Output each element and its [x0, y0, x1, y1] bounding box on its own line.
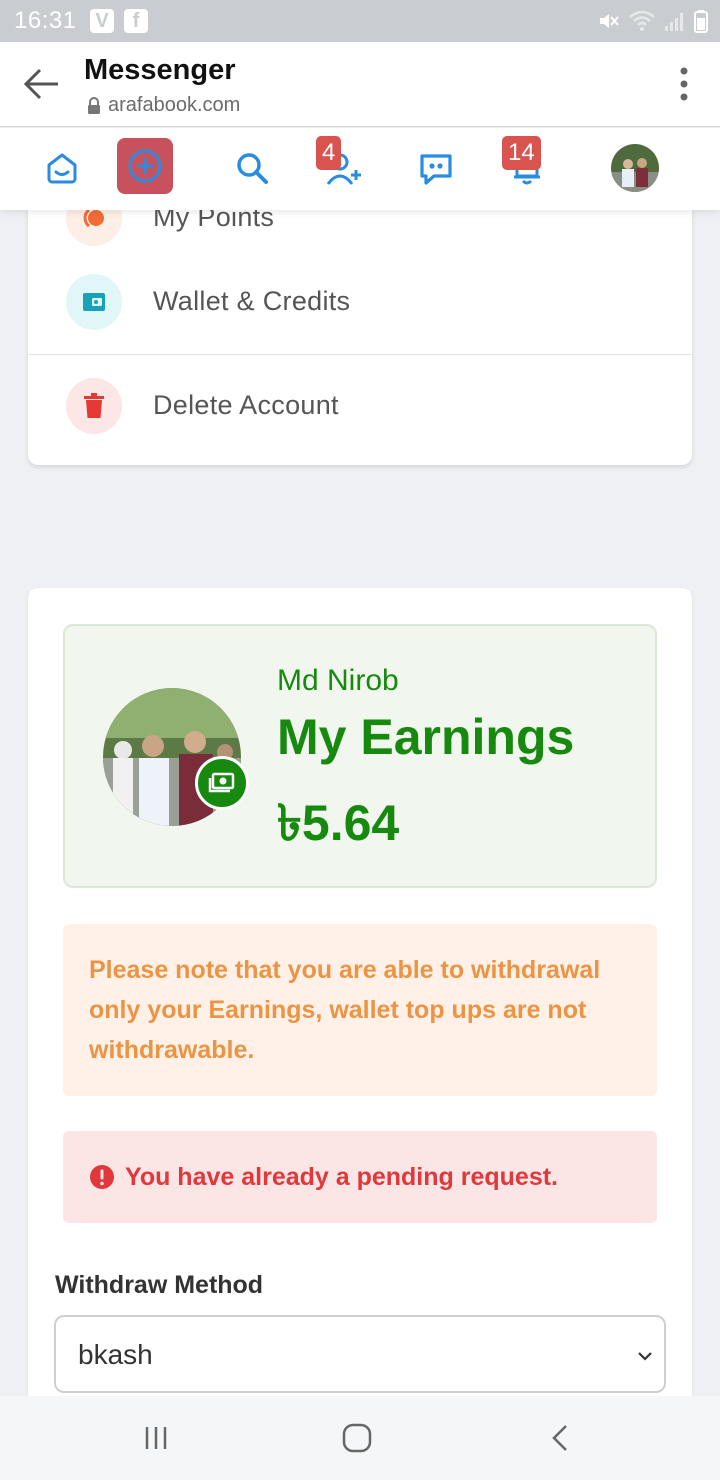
friend-requests-badge: 4: [316, 136, 342, 170]
earnings-title: My Earnings: [277, 709, 575, 765]
nav-search[interactable]: [224, 140, 280, 196]
facebook-icon: f: [124, 9, 148, 33]
wallet-icon: [66, 274, 122, 330]
system-navigation-bar: [0, 1396, 720, 1480]
mute-icon: [600, 14, 619, 28]
user-name: Md Nirob: [277, 664, 399, 697]
lock-icon: [88, 96, 100, 114]
menu-label-delete-account: Delete Account: [153, 390, 339, 420]
trash-icon: [66, 378, 122, 434]
home-circle-icon: [342, 1423, 372, 1453]
search-icon: [237, 153, 268, 184]
withdraw-method-label: Withdraw Method: [55, 1271, 264, 1299]
nav-home[interactable]: [34, 140, 90, 196]
pending-request-text: You have already a pending request.: [125, 1162, 558, 1191]
recent-apps-button[interactable]: [136, 1418, 176, 1458]
browser-toolbar: Messenger arafabook.com: [0, 42, 720, 127]
viber-icon: V: [90, 9, 114, 33]
settings-menu: My Points Wallet & Credits Delete Accoun…: [28, 180, 692, 465]
url-display[interactable]: arafabook.com: [86, 94, 240, 117]
menu-item-delete-account[interactable]: Delete Account: [28, 366, 692, 446]
battery-icon: [694, 10, 708, 33]
system-back-button[interactable]: [540, 1418, 580, 1458]
back-button[interactable]: [20, 62, 64, 106]
menu-label-wallet: Wallet & Credits: [153, 286, 351, 316]
signal-icon: [665, 13, 683, 31]
status-icons: [596, 8, 708, 34]
home-icon: [47, 153, 77, 184]
plus-circle-icon: [128, 149, 162, 183]
chat-icon: [420, 154, 452, 185]
withdrawal-notice: Please note that you are able to withdra…: [63, 924, 657, 1096]
earnings-summary: Md Nirob My Earnings ৳5.64: [63, 624, 657, 888]
url-text: arafabook.com: [108, 94, 241, 116]
chevron-left-icon: [552, 1425, 567, 1451]
nav-messages[interactable]: [408, 140, 464, 196]
page-title: Messenger: [84, 54, 236, 86]
notifications-badge: 14: [502, 136, 541, 170]
avatar-photo-icon: [611, 144, 659, 192]
more-options-button[interactable]: [678, 66, 690, 102]
alert-circle-icon: [90, 1165, 114, 1189]
app-navigation: 4 14: [0, 128, 720, 210]
withdraw-method-select[interactable]: bkash: [54, 1315, 666, 1393]
chevron-down-icon: [638, 1352, 652, 1361]
nav-create[interactable]: [117, 138, 173, 194]
menu-item-wallet[interactable]: Wallet & Credits: [28, 262, 692, 342]
money-badge-icon: [195, 756, 249, 810]
wifi-icon: [629, 10, 655, 31]
withdrawal-notice-text: Please note that you are able to withdra…: [89, 956, 601, 1064]
menu-divider: [28, 354, 692, 355]
status-time: 16:31: [14, 7, 77, 34]
earnings-card: Md Nirob My Earnings ৳5.64 Please note t…: [28, 588, 692, 1408]
status-bar: 16:31 V f: [0, 0, 720, 42]
pending-request-alert: You have already a pending request.: [63, 1131, 657, 1223]
kebab-menu-icon: [680, 67, 688, 101]
nav-profile[interactable]: [607, 140, 663, 196]
earnings-amount: ৳5.64: [277, 795, 400, 851]
withdraw-method-value: bkash: [78, 1339, 153, 1370]
home-button[interactable]: [337, 1418, 377, 1458]
arrow-left-icon: [23, 68, 58, 100]
recents-icon: [145, 1427, 167, 1449]
avatar: [611, 144, 659, 192]
